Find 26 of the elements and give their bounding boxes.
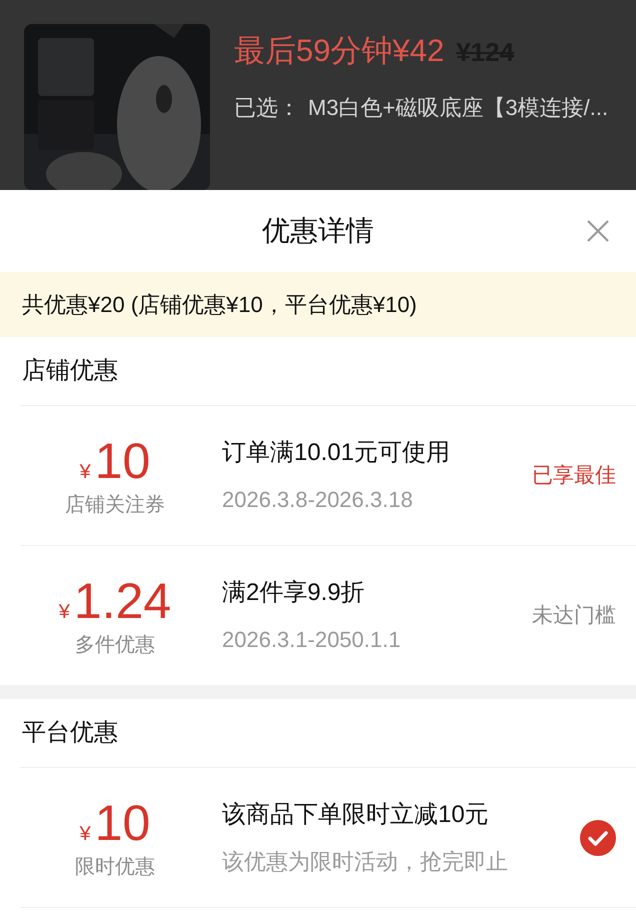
status-label: 未达门槛 (532, 602, 616, 629)
checkmark-icon[interactable] (580, 820, 616, 856)
coupon-type: 多件优惠 (75, 632, 155, 658)
close-icon[interactable] (586, 219, 610, 243)
coupon-validity: 2026.3.8-2026.3.18 (222, 486, 414, 514)
sheet-title: 优惠详情 (262, 214, 374, 248)
coupon-amount: 10 (94, 432, 150, 490)
currency-symbol: ¥ (80, 460, 91, 484)
selected-variant: M3白色+磁吸底座【3模连接/... (308, 94, 608, 122)
coupon-condition: 订单满10.01元可使用 (222, 438, 452, 468)
section-title: 店铺优惠 (22, 356, 118, 386)
coupon-validity: 该优惠为限时活动，抢完即止 (222, 848, 509, 876)
section-title: 平台优惠 (22, 718, 118, 748)
summary-bar: 共优惠¥20 (店铺优惠¥10，平台优惠¥10) (0, 272, 636, 337)
currency-symbol: ¥ (80, 822, 91, 846)
coupon-condition: 该商品下单限时立减10元 (222, 800, 490, 830)
coupon-amount: 10 (94, 794, 150, 852)
currency-symbol: ¥ (58, 600, 70, 624)
coupon-amount: 1.24 (74, 572, 172, 630)
status-label: 已享最佳 (532, 462, 616, 489)
sale-price: 最后59分钟¥42 (234, 32, 444, 70)
coupon-condition: 满2件享9.9折 (222, 578, 366, 608)
coupon-type: 店铺关注券 (65, 492, 165, 518)
selected-label: 已选： (234, 94, 300, 122)
coupon-type: 限时优惠 (75, 854, 155, 880)
coupon-validity: 2026.3.1-2050.1.1 (222, 626, 402, 654)
